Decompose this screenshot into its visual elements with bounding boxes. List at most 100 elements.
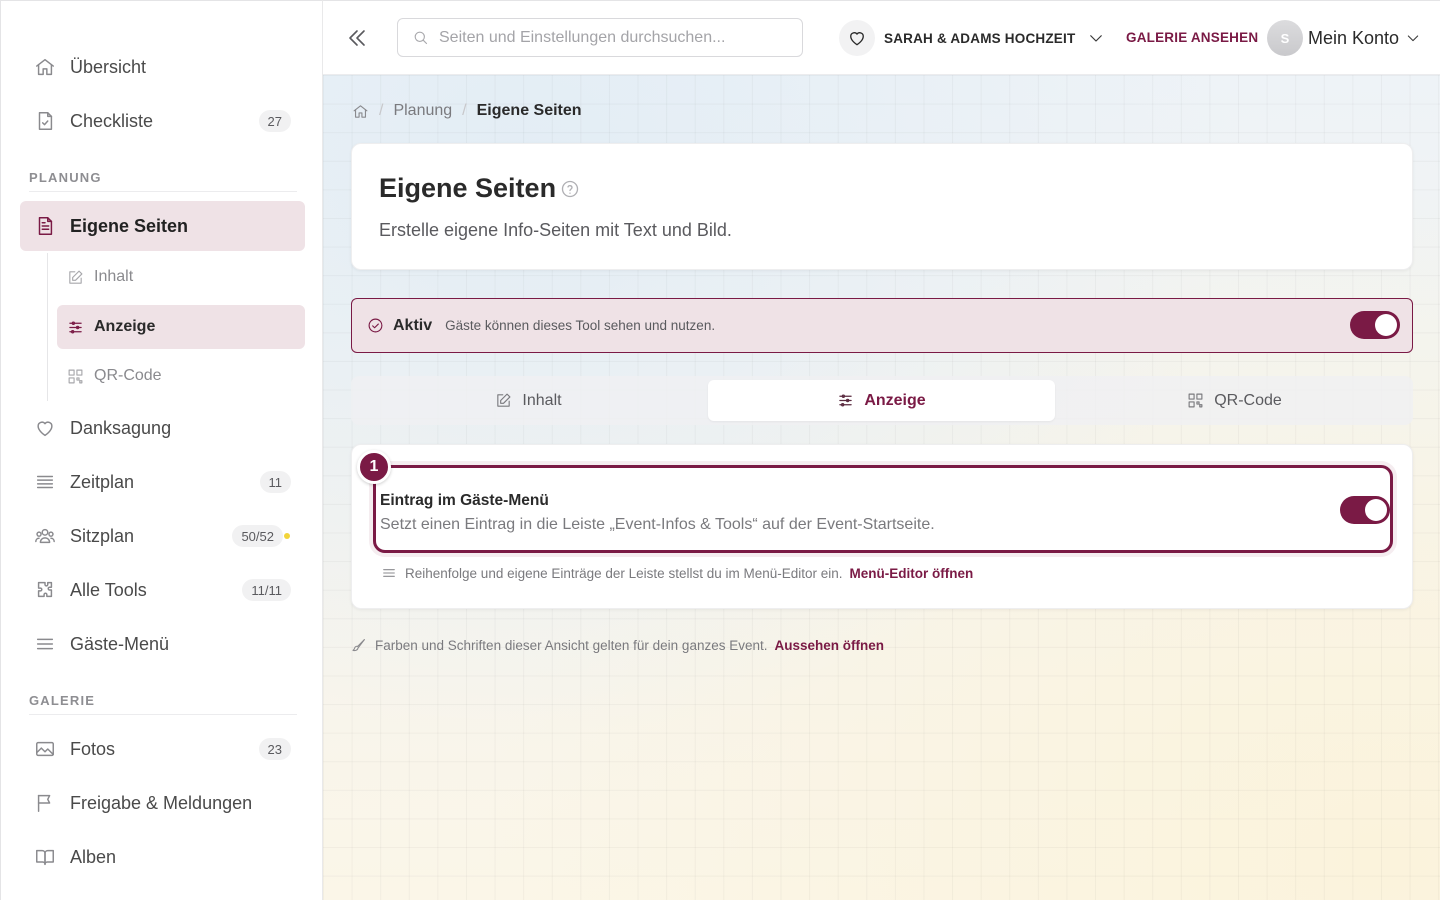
page-header-card: Eigene Seiten Erstelle eigene Info-Seite…	[351, 143, 1413, 270]
breadcrumb: / Planung / Eigene Seiten	[352, 102, 582, 120]
menu-icon	[36, 638, 54, 650]
tab-qr-code[interactable]: QR-Code	[1061, 380, 1408, 421]
hint-text: Farben und Schriften dieser Ansicht gelt…	[375, 637, 768, 653]
sidebar-subitem-label: Inhalt	[94, 268, 134, 285]
view-gallery-link[interactable]: GALERIE ANSEHEN	[1126, 30, 1258, 45]
search-input[interactable]	[439, 28, 779, 47]
sidebar-item-label: Sitzplan	[70, 525, 135, 546]
heart-icon	[37, 421, 53, 437]
notification-dot	[284, 533, 290, 539]
sidebar-item-alben[interactable]: Alben	[20, 832, 305, 882]
open-menu-editor-link[interactable]: Menü-Editor öffnen	[850, 566, 974, 581]
section-divider	[29, 714, 297, 715]
guest-menu-entry-setting: Eintrag im Gäste-Menü Setzt einen Eintra…	[373, 465, 1393, 553]
brush-icon	[352, 639, 365, 652]
sidebar-item-label: Eigene Seiten	[70, 215, 189, 236]
event-avatar	[839, 20, 875, 56]
count-badge: 23	[258, 738, 291, 760]
tab-anzeige[interactable]: Anzeige	[708, 380, 1055, 421]
event-selector[interactable]: SARAH & ADAMS HOCHZEIT	[839, 18, 1105, 58]
qr-code-icon	[1188, 393, 1203, 408]
image-icon	[36, 741, 54, 757]
home-icon	[36, 58, 54, 76]
event-name: SARAH & ADAMS HOCHZEIT	[884, 30, 1076, 46]
setting-description: Setzt einen Eintrag in die Leiste „Event…	[380, 516, 935, 533]
tool-status-bar: Aktiv Gäste können dieses Tool sehen und…	[351, 298, 1413, 353]
search-box	[397, 18, 803, 57]
sidebar-item-label: Alle Tools	[70, 579, 147, 600]
tool-active-toggle[interactable]	[1350, 311, 1400, 339]
sliders-icon	[839, 394, 853, 407]
sidebar-item-eigene-seiten[interactable]: Eigene Seiten	[20, 201, 305, 251]
search-icon	[414, 31, 428, 45]
step-number-badge: 1	[357, 450, 391, 484]
account-menu[interactable]: S Mein Konto	[1267, 19, 1421, 57]
section-label-galerie: GALERIE	[29, 693, 96, 708]
appearance-hint: Farben und Schriften dieser Ansicht gelt…	[351, 637, 884, 653]
count-badge: 11	[259, 471, 291, 493]
sidebar-item-freigabe[interactable]: Freigabe & Meldungen	[20, 778, 305, 828]
sidebar-item-checkliste[interactable]: Checkliste 27	[20, 96, 305, 146]
chevron-down-icon	[1407, 35, 1419, 42]
sidebar-item-uebersicht[interactable]: Übersicht	[20, 42, 305, 92]
check-circle-icon	[368, 318, 383, 333]
avatar: S	[1267, 20, 1303, 56]
sidebar-subitem-label: QR-Code	[94, 367, 162, 384]
status-description: Gäste können dieses Tool sehen und nutze…	[445, 318, 716, 333]
chevron-down-icon	[1090, 35, 1103, 42]
count-badge: 11/11	[242, 579, 291, 601]
sidebar: Übersicht Checkliste 27 PLANUNG Eigene S…	[0, 0, 323, 900]
page-title: Eigene Seiten	[379, 173, 557, 203]
sidebar-subitem-label: Anzeige	[94, 318, 156, 335]
hint-text: Reihenfolge und eigene Einträge der Leis…	[405, 565, 843, 581]
sidebar-item-label: Gäste-Menü	[70, 633, 170, 654]
help-icon[interactable]	[560, 179, 580, 199]
sidebar-item-label: Danksagung	[70, 417, 172, 438]
menu-editor-hint: Reihenfolge und eigene Einträge der Leis…	[381, 565, 973, 581]
tab-label: Inhalt	[522, 391, 562, 409]
display-settings-card: Eintrag im Gäste-Menü Setzt einen Eintra…	[351, 444, 1413, 609]
submenu-guide-line	[47, 253, 48, 401]
sidebar-item-label: Checkliste	[70, 110, 154, 131]
edit-icon	[497, 393, 511, 407]
collapse-sidebar-button[interactable]	[345, 26, 369, 50]
sidebar-item-label: Zeitplan	[70, 471, 135, 492]
sidebar-item-label: Alben	[70, 846, 117, 867]
heart-icon	[850, 32, 864, 46]
count-badge: 50/52	[232, 525, 283, 547]
sidebar-item-label: Freigabe & Meldungen	[70, 792, 253, 813]
checklist-file-icon	[38, 112, 53, 130]
sidebar-subitem-inhalt[interactable]: Inhalt	[57, 255, 305, 299]
breadcrumb-separator: /	[462, 102, 467, 119]
sidebar-item-alle-tools[interactable]: Alle Tools 11/11	[20, 565, 305, 615]
menu-icon	[383, 569, 395, 577]
sidebar-item-zeitplan[interactable]: Zeitplan 11	[20, 457, 305, 507]
double-chevron-left-icon	[349, 30, 365, 46]
breadcrumb-item-current: Eigene Seiten	[476, 102, 582, 119]
breadcrumb-separator: /	[379, 102, 384, 119]
document-icon	[38, 217, 53, 235]
account-label: Mein Konto	[1308, 27, 1400, 48]
sidebar-item-label: Übersicht	[70, 56, 147, 77]
sidebar-item-danksagung[interactable]: Danksagung	[20, 403, 305, 453]
users-icon	[35, 528, 55, 544]
flag-icon	[37, 794, 51, 812]
tab-label: QR-Code	[1214, 391, 1282, 409]
book-icon	[36, 849, 54, 866]
sidebar-item-fotos[interactable]: Fotos 23	[20, 724, 305, 774]
breadcrumb-item-planung[interactable]: Planung	[393, 102, 452, 120]
sidebar-item-gaeste-menue[interactable]: Gäste-Menü	[20, 619, 305, 669]
sidebar-item-sitzplan[interactable]: Sitzplan 50/52	[20, 511, 305, 561]
sidebar-subitem-anzeige[interactable]: Anzeige	[57, 305, 305, 349]
section-label-planung: PLANUNG	[29, 170, 102, 185]
page-subtitle: Erstelle eigene Info-Seiten mit Text und…	[379, 220, 732, 240]
qr-code-icon	[68, 369, 83, 383]
home-icon[interactable]	[352, 103, 369, 120]
guest-menu-entry-toggle[interactable]	[1340, 496, 1390, 524]
sidebar-subitem-qr-code[interactable]: QR-Code	[57, 354, 305, 398]
open-appearance-link[interactable]: Aussehen öffnen	[775, 638, 885, 653]
sidebar-item-label: Fotos	[70, 738, 116, 759]
tab-inhalt[interactable]: Inhalt	[355, 380, 702, 421]
section-divider	[29, 191, 297, 192]
sliders-icon	[69, 321, 82, 333]
